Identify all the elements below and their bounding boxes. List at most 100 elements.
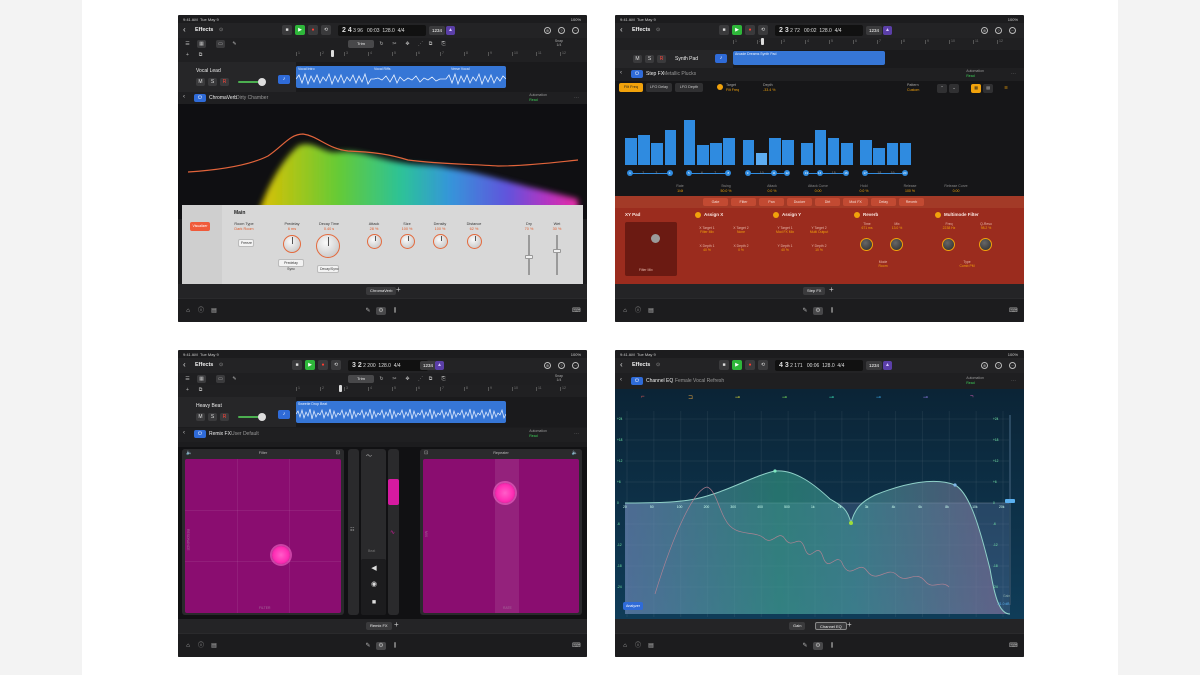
wave-icon[interactable]: 〜 [366,451,372,460]
size-knob[interactable] [400,234,415,249]
step-dot[interactable]: 9 [744,170,751,176]
move-tool-icon[interactable]: ✥ [403,375,412,383]
plugin-more-icon[interactable]: ⋯ [1011,71,1016,77]
add-plugin-icon[interactable]: + [847,620,852,629]
assign-x-param[interactable]: X Target 1 Filter Mix [691,226,723,234]
automation-tool-icon[interactable]: ⋰ [416,40,425,48]
tab-filter-freq[interactable]: Filt Freq [619,83,643,92]
eq-band-5-icon[interactable]: ⊸ [829,394,834,401]
step-bar[interactable] [683,120,696,165]
filter-q-knob[interactable] [979,238,992,251]
automation-mode[interactable]: Automation Read [966,376,984,385]
pattern-up-icon[interactable]: ⌃ [937,84,947,93]
add-track-icon[interactable]: + [183,51,192,59]
multimode-power-icon[interactable] [935,212,941,218]
metronome-icon[interactable]: ▲ [883,26,892,35]
keyboard-icon[interactable]: ⌨ [1009,307,1018,315]
browser-icon[interactable]: ▤ [647,642,655,650]
solo-button[interactable]: S [645,55,654,63]
stop-button[interactable]: ■ [282,25,292,35]
step-param[interactable]: Attack 0.0 % [757,184,787,193]
plugin-preset[interactable]: Metallic Plucks [663,71,696,77]
copy-icon[interactable]: ⧉ [426,40,435,48]
count-in-badge[interactable]: 1234 [866,26,883,35]
help-icon[interactable]: ? [995,362,1002,369]
automation-mode[interactable]: Automation Read [966,69,984,78]
keyboard-icon[interactable]: ⌨ [572,307,581,315]
info-icon[interactable]: ⓘ [197,642,205,650]
lock-icon[interactable]: ⊡ [336,450,340,456]
paste-icon[interactable]: ⎘ [439,375,448,383]
plugin-power-icon[interactable]: ⏻ [631,377,643,385]
automation-tool-icon[interactable]: ⋰ [416,375,425,383]
cycle-button[interactable]: ⟲ [758,360,768,370]
plugin-power-icon[interactable]: ⏻ [631,70,643,78]
fx-chip-mod-fx[interactable]: Mod FX [843,198,868,206]
cycle-button[interactable]: ⟲ [331,360,341,370]
step-dot[interactable]: 13 [803,170,810,176]
assign-x-param[interactable]: X Target 2 None [725,226,757,234]
move-tool-icon[interactable]: ✥ [403,40,412,48]
track-header[interactable]: M S R Synth Pad ♪ [615,50,733,68]
info-icon[interactable]: ⓘ [634,642,642,650]
target-param[interactable]: Target Filt Freq [726,83,739,92]
fx-chip-filter[interactable]: Filter [731,198,756,206]
stop-button[interactable]: ■ [292,360,302,370]
stop-button[interactable]: ■ [719,25,729,35]
add-plugin-icon[interactable]: + [396,285,401,294]
assign-y-param[interactable]: Y Target 1 Mod FX Mix [769,226,801,234]
share-icon[interactable]: ⊕ [981,362,988,369]
gate-icon[interactable]: ☷ [350,527,354,533]
repeater-xy-pad[interactable]: RATE MIX [423,459,579,613]
timeline-ruler[interactable]: + ⧉ 1 2 3 4 5 6 7 8 9 10 11 12 [178,50,587,62]
filter-type[interactable]: Type Comb PM [951,260,983,268]
playhead[interactable] [339,385,342,392]
wet-fader-handle[interactable] [553,249,561,253]
pencil-tool-icon[interactable]: ✎ [230,375,239,383]
library-icon[interactable]: ⌂ [184,642,192,650]
info-icon[interactable]: ⓘ [197,307,205,315]
playhead[interactable] [331,50,334,57]
assign-y-param[interactable]: Y Target 2 Multi Output [803,226,835,234]
step-bar[interactable] [651,142,664,165]
record-button[interactable]: ● [318,360,328,370]
plugin-more-icon[interactable]: ⋯ [574,95,579,101]
plugin-preset[interactable]: Dirty Chamber [236,95,268,101]
play-button[interactable]: ▶ [295,25,305,35]
share-icon[interactable]: ⊕ [981,27,988,34]
paste-icon[interactable]: ⎘ [439,40,448,48]
step-dot[interactable]: 11 [771,170,777,176]
gain-slider-handle[interactable] [1005,499,1015,503]
loop-tool-icon[interactable]: ↻ [377,375,386,383]
duplicate-track-icon[interactable]: ⧉ [196,51,205,59]
play-button[interactable]: ▶ [732,360,742,370]
count-in-badge[interactable]: 1234 [866,361,883,370]
step-bar[interactable] [801,142,814,165]
decay-sync-button[interactable]: Decay/Sync [317,265,339,273]
step-dot[interactable]: 14 [816,170,823,176]
loop-tool-icon[interactable]: ↻ [377,40,386,48]
snap-setting[interactable]: Snap 1/4 [555,374,563,382]
plugin-tab[interactable]: Gain [789,622,806,630]
freeze-button[interactable]: Freeze [238,239,254,247]
eq-band-2-icon[interactable]: ⊐ [688,394,693,401]
plugins-icon[interactable]: ⚙ [813,307,823,315]
mute-button[interactable]: M [196,413,205,421]
lock-icon[interactable]: ⊡ [424,450,428,456]
assign-y-param[interactable]: Y Depth 1 40 % [769,244,801,252]
eq-band-8-icon[interactable]: ¬ [970,394,974,400]
metronome-icon[interactable]: ▲ [446,26,455,35]
eq-band-1-icon[interactable]: ⌐ [641,394,645,400]
edit-icon[interactable]: ✎ [801,307,809,315]
eq-band-3-icon[interactable]: ⊸ [735,394,740,401]
grid-mode-icon[interactable]: ▦ [971,84,981,93]
step-bar[interactable] [899,142,912,165]
record-button[interactable]: ● [308,25,318,35]
stop-button[interactable]: ■ [719,360,729,370]
mixer-icon[interactable]: ⫼ [828,307,836,315]
plugin-back-icon[interactable]: ‹ [620,70,622,77]
step-bar[interactable] [755,152,768,165]
step-dot[interactable]: 17 [862,170,869,176]
speaker-icon[interactable]: 🔈 [572,450,578,456]
title-settings-icon[interactable]: ⊙ [219,362,223,368]
